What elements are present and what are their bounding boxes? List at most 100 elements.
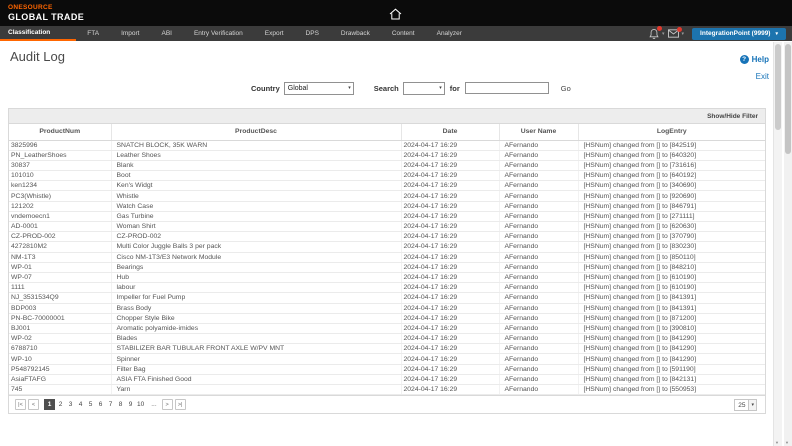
brand-global-trade: GLOBAL TRADE bbox=[8, 12, 84, 22]
home-icon[interactable] bbox=[389, 7, 402, 25]
page-number-10[interactable]: 10 bbox=[136, 399, 145, 410]
log-entry-cell: [HSNum] changed from [] to [271111] bbox=[578, 211, 765, 221]
nav-item-export[interactable]: Export bbox=[254, 26, 295, 41]
table-row[interactable]: 4272810M2Multi Color Juggle Balls 3 per … bbox=[9, 242, 765, 252]
log-entry-cell: [HSNum] changed from [] to [841391] bbox=[578, 303, 765, 313]
table-row[interactable]: PN-BC-70000001Chopper Style Bike2024-04-… bbox=[9, 313, 765, 323]
table-row[interactable]: WP-01Bearings2024-04-17 16:29AFernando[H… bbox=[9, 262, 765, 272]
product-desc-cell: labour bbox=[111, 283, 401, 293]
window-scrollbar-thumb[interactable] bbox=[785, 44, 791, 154]
nav-item-content[interactable]: Content bbox=[381, 26, 426, 41]
page-number-9[interactable]: 9 bbox=[126, 399, 135, 410]
table-row[interactable]: NJ_3531534Q9Impeller for Fuel Pump2024-0… bbox=[9, 293, 765, 303]
table-row[interactable]: CZ-PROD-002CZ-PROD-0022024-04-17 16:29AF… bbox=[9, 232, 765, 242]
last-page-button[interactable]: >| bbox=[175, 399, 186, 410]
show-hide-filter-link[interactable]: Show/Hide Filter bbox=[707, 113, 758, 120]
table-row[interactable]: 3825996SNATCH BLOCK, 35K WARN2024-04-17 … bbox=[9, 140, 765, 150]
page-number-5[interactable]: 5 bbox=[86, 399, 95, 410]
table-row[interactable]: AD-0001Woman Shirt2024-04-17 16:29AFerna… bbox=[9, 222, 765, 232]
log-entry-cell: [HSNum] changed from [] to [550953] bbox=[578, 385, 765, 395]
date-cell: 2024-04-17 16:29 bbox=[401, 344, 499, 354]
next-page-button[interactable]: > bbox=[162, 399, 173, 410]
product-desc-cell: ASIA FTA Finished Good bbox=[111, 374, 401, 384]
table-row[interactable]: PC3(Whistle)Whistle2024-04-17 16:29AFern… bbox=[9, 191, 765, 201]
column-header-logentry[interactable]: LogEntry bbox=[578, 124, 765, 140]
product-num-cell: 745 bbox=[9, 385, 111, 395]
page-number-1[interactable]: 1 bbox=[44, 399, 55, 410]
product-desc-cell: Spinner bbox=[111, 354, 401, 364]
table-row[interactable]: 30837Blank2024-04-17 16:29AFernando[HSNu… bbox=[9, 160, 765, 170]
nav-item-import[interactable]: Import bbox=[110, 26, 150, 41]
window-scroll-down-icon[interactable]: ▼ bbox=[785, 440, 789, 445]
product-num-cell: 30837 bbox=[9, 160, 111, 170]
window-scrollbar[interactable]: ▼ bbox=[784, 42, 792, 446]
table-row[interactable]: 745Yarn2024-04-17 16:29AFernando[HSNum] … bbox=[9, 385, 765, 395]
date-cell: 2024-04-17 16:29 bbox=[401, 303, 499, 313]
page-number-3[interactable]: 3 bbox=[66, 399, 75, 410]
page-size-select[interactable]: 25 ▾ bbox=[734, 399, 757, 411]
product-num-cell: BJ001 bbox=[9, 323, 111, 333]
nav-item-dps[interactable]: DPS bbox=[295, 26, 330, 41]
page-number-7[interactable]: 7 bbox=[106, 399, 115, 410]
nav-item-fta[interactable]: FTA bbox=[76, 26, 110, 41]
user-cell: AFernando bbox=[499, 354, 578, 364]
log-entry-cell: [HSNum] changed from [] to [848210] bbox=[578, 262, 765, 272]
notifications-bell-icon[interactable] bbox=[649, 28, 659, 40]
product-desc-cell: SNATCH BLOCK, 35K WARN bbox=[111, 140, 401, 150]
product-num-cell: CZ-PROD-002 bbox=[9, 232, 111, 242]
go-button[interactable]: Go bbox=[561, 84, 571, 93]
nav-item-abi[interactable]: ABI bbox=[150, 26, 182, 41]
product-desc-cell: Brass Body bbox=[111, 303, 401, 313]
table-row[interactable]: AsiaFTAFGASIA FTA Finished Good2024-04-1… bbox=[9, 374, 765, 384]
date-cell: 2024-04-17 16:29 bbox=[401, 385, 499, 395]
date-cell: 2024-04-17 16:29 bbox=[401, 252, 499, 262]
user-cell: AFernando bbox=[499, 222, 578, 232]
table-row[interactable]: ken1234Ken's Widgt2024-04-17 16:29AFerna… bbox=[9, 181, 765, 191]
column-header-productnum[interactable]: ProductNum bbox=[9, 124, 111, 140]
nav-item-classification[interactable]: Classification bbox=[0, 26, 76, 41]
table-row[interactable]: WP-07Hub2024-04-17 16:29AFernando[HSNum]… bbox=[9, 272, 765, 282]
content-scrollbar-thumb[interactable] bbox=[775, 44, 781, 130]
nav-item-entry-verification[interactable]: Entry Verification bbox=[183, 26, 254, 41]
nav-item-analyzer[interactable]: Analyzer bbox=[426, 26, 473, 41]
table-row[interactable]: P548792145Filter Bag2024-04-17 16:29AFer… bbox=[9, 364, 765, 374]
country-select[interactable]: Global ▾ bbox=[284, 82, 354, 95]
table-row[interactable]: BJ001Aromatic polyamide-imides2024-04-17… bbox=[9, 323, 765, 333]
account-button[interactable]: IntegrationPoint (9999) ▾ bbox=[692, 28, 786, 40]
table-row[interactable]: PN_LeatherShoesLeather Shoes2024-04-17 1… bbox=[9, 150, 765, 160]
brand-logo[interactable]: ONESOURCE GLOBAL TRADE bbox=[8, 4, 84, 22]
page-number-8[interactable]: 8 bbox=[116, 399, 125, 410]
page-number-4[interactable]: 4 bbox=[76, 399, 85, 410]
exit-link[interactable]: Exit bbox=[756, 72, 769, 81]
table-row[interactable]: NM-1T3Cisco NM-1T3/E3 Network Module2024… bbox=[9, 252, 765, 262]
content-scrollbar[interactable]: ▼ bbox=[773, 42, 782, 446]
table-row[interactable]: WP-10Spinner2024-04-17 16:29AFernando[HS… bbox=[9, 354, 765, 364]
page-number-6[interactable]: 6 bbox=[96, 399, 105, 410]
content-scroll-down-icon[interactable]: ▼ bbox=[775, 440, 779, 445]
log-entry-cell: [HSNum] changed from [] to [830230] bbox=[578, 242, 765, 252]
bell-caret-icon[interactable]: ▾ bbox=[662, 31, 665, 37]
help-link[interactable]: ? Help bbox=[740, 55, 769, 64]
table-row[interactable]: 1111labour2024-04-17 16:29AFernando[HSNu… bbox=[9, 283, 765, 293]
envelope-caret-icon[interactable]: ▾ bbox=[682, 31, 685, 37]
user-cell: AFernando bbox=[499, 313, 578, 323]
table-row[interactable]: BDP003Brass Body2024-04-17 16:29AFernand… bbox=[9, 303, 765, 313]
table-row[interactable]: vndemoecn1Gas Turbine2024-04-17 16:29AFe… bbox=[9, 211, 765, 221]
nav-item-drawback[interactable]: Drawback bbox=[330, 26, 381, 41]
prev-page-button[interactable]: < bbox=[28, 399, 39, 410]
first-page-button[interactable]: |< bbox=[15, 399, 26, 410]
table-row[interactable]: WP-02Blades2024-04-17 16:29AFernando[HSN… bbox=[9, 334, 765, 344]
messages-envelope-icon[interactable] bbox=[668, 29, 679, 38]
column-header-productdesc[interactable]: ProductDesc bbox=[111, 124, 401, 140]
column-header-date[interactable]: Date bbox=[401, 124, 499, 140]
product-desc-cell: CZ-PROD-002 bbox=[111, 232, 401, 242]
product-desc-cell: Blank bbox=[111, 160, 401, 170]
search-text-input[interactable] bbox=[465, 82, 549, 94]
page-number-2[interactable]: 2 bbox=[56, 399, 65, 410]
table-row[interactable]: 101010Boot2024-04-17 16:29AFernando[HSNu… bbox=[9, 171, 765, 181]
product-num-cell: 3825996 bbox=[9, 140, 111, 150]
search-field-select[interactable]: ▾ bbox=[403, 82, 445, 95]
table-row[interactable]: 6788710STABILIZER BAR TUBULAR FRONT AXLE… bbox=[9, 344, 765, 354]
table-row[interactable]: 121202Watch Case2024-04-17 16:29AFernand… bbox=[9, 201, 765, 211]
column-header-user-name[interactable]: User Name bbox=[499, 124, 578, 140]
